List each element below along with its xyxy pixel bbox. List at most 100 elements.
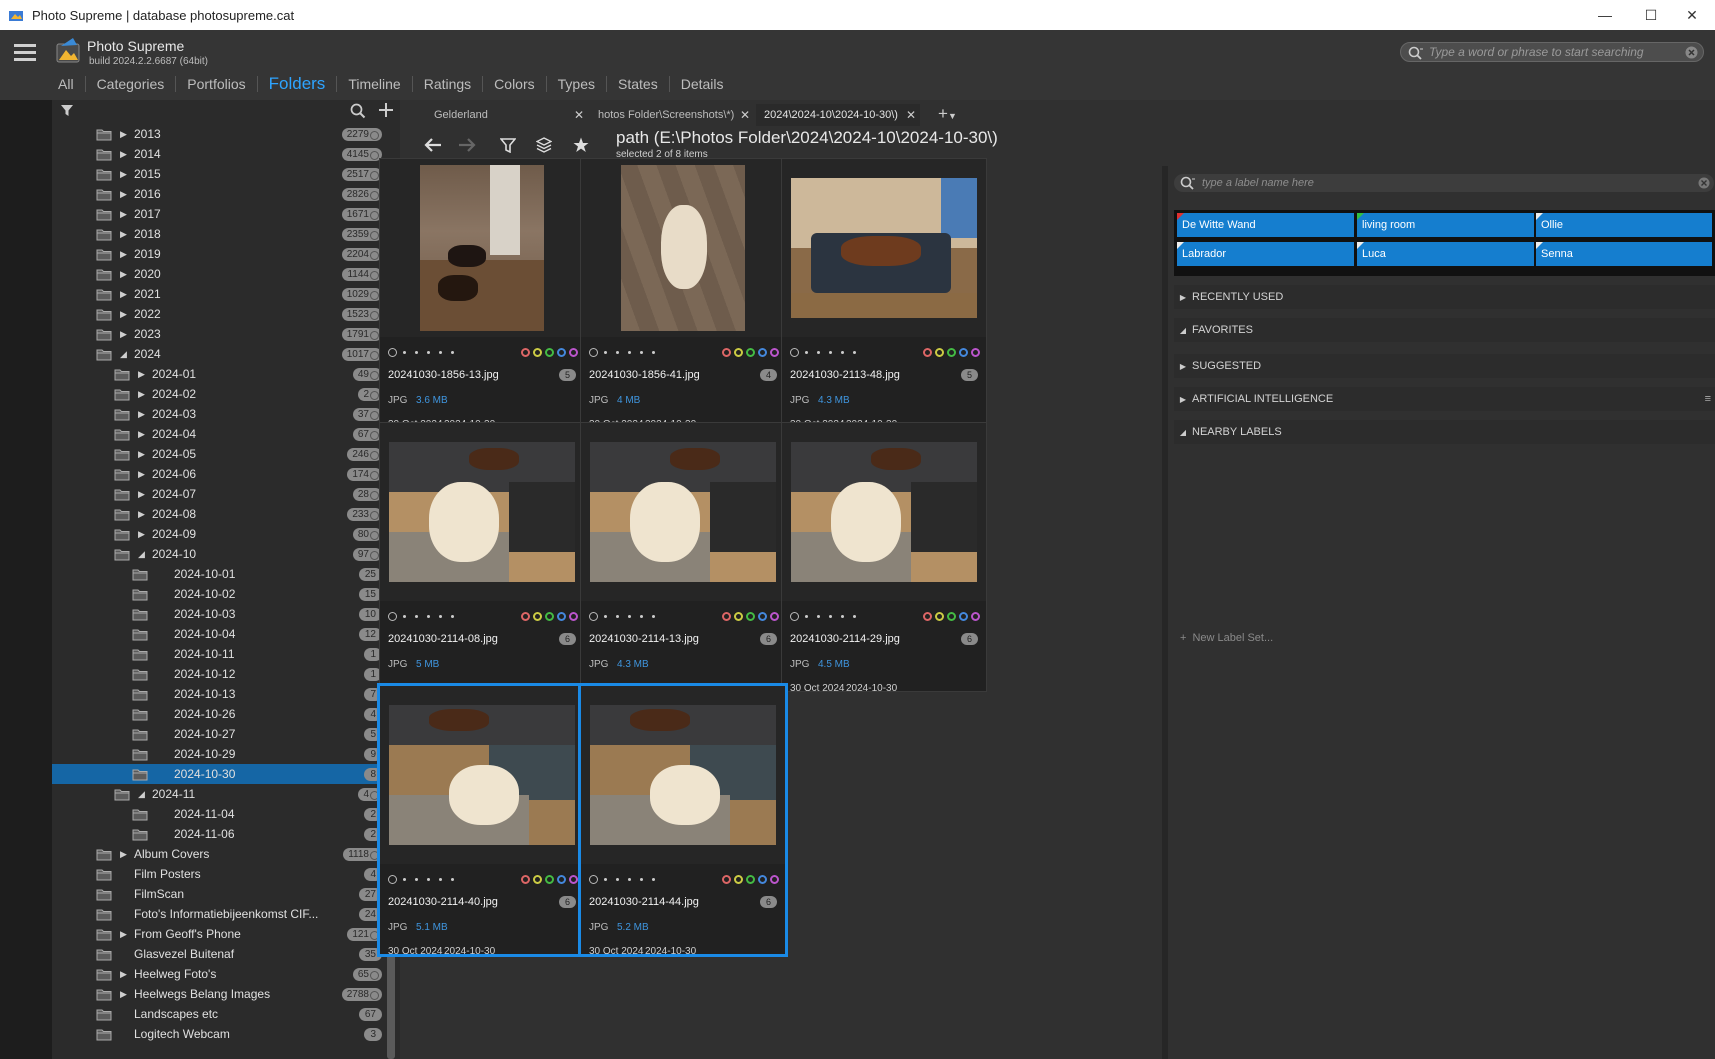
rating-dot-icon[interactable] bbox=[427, 614, 430, 618]
photo-thumbnail[interactable] bbox=[380, 423, 584, 601]
search-folders-icon[interactable] bbox=[350, 103, 366, 119]
maximize-button[interactable]: ☐ bbox=[1628, 0, 1674, 30]
tree-row[interactable]: ▶ 2024-02 2 bbox=[52, 384, 382, 404]
rating-dot-icon[interactable] bbox=[640, 350, 643, 354]
rating-dot-icon[interactable] bbox=[403, 350, 406, 354]
expand-arrow-icon[interactable]: ▶ bbox=[120, 329, 127, 340]
label-search-input[interactable]: type a label name here bbox=[1174, 174, 1714, 192]
rating-dot-icon[interactable] bbox=[640, 614, 643, 618]
star-icon[interactable] bbox=[570, 134, 592, 156]
rating-dot-icon[interactable] bbox=[616, 877, 619, 881]
tree-row[interactable]: ◢ 2024 1017 bbox=[52, 344, 382, 364]
expand-arrow-icon[interactable]: ▶ bbox=[138, 529, 145, 540]
expand-arrow-icon[interactable]: ▶ bbox=[120, 149, 127, 160]
color-label-icon[interactable] bbox=[521, 611, 530, 621]
label-luca[interactable]: Luca bbox=[1357, 242, 1534, 266]
label-labrador[interactable]: Labrador bbox=[1177, 242, 1354, 266]
tab-all[interactable]: All bbox=[58, 76, 86, 92]
expand-arrow-icon[interactable]: ▶ bbox=[120, 309, 127, 320]
clear-search-icon[interactable] bbox=[1685, 46, 1698, 59]
reject-flag-icon[interactable] bbox=[388, 347, 397, 357]
tree-row[interactable]: 2024-10-27 5 bbox=[52, 724, 382, 744]
tab-states[interactable]: States bbox=[607, 76, 670, 92]
filter-icon[interactable] bbox=[60, 104, 74, 117]
color-label-icon[interactable] bbox=[971, 347, 980, 357]
doctab-gelderland[interactable]: Gelderland ✕ bbox=[400, 104, 588, 126]
photo-thumbnail[interactable] bbox=[782, 159, 986, 337]
tree-row[interactable]: ▶ 2016 2826 bbox=[52, 184, 382, 204]
close-tab-icon[interactable]: ✕ bbox=[740, 108, 750, 122]
tree-row[interactable]: 2024-10-13 7 bbox=[52, 684, 382, 704]
thumbnail-card[interactable]: 20241030-2114-08.jpg6JPG5 MB30 Oct 20242… bbox=[379, 422, 585, 694]
rating-dot-icon[interactable] bbox=[652, 350, 655, 354]
color-label-icon[interactable] bbox=[722, 347, 731, 357]
color-label-icon[interactable] bbox=[959, 611, 968, 621]
photo-thumbnail[interactable] bbox=[380, 686, 584, 864]
photo-thumbnail[interactable] bbox=[581, 423, 785, 601]
color-label-icon[interactable] bbox=[734, 874, 743, 884]
rating-dot-icon[interactable] bbox=[439, 877, 442, 881]
color-label-icon[interactable] bbox=[959, 347, 968, 357]
tab-timeline[interactable]: Timeline bbox=[337, 76, 413, 92]
section-recently-used[interactable]: ▶ RECENTLY USED bbox=[1174, 285, 1715, 309]
color-label-icon[interactable] bbox=[746, 347, 755, 357]
clear-search-icon[interactable] bbox=[1698, 177, 1710, 189]
menu-lines-icon[interactable]: ≡ bbox=[1705, 393, 1711, 405]
tree-row[interactable]: ▶ 2024-05 246 bbox=[52, 444, 382, 464]
photo-thumbnail[interactable] bbox=[782, 423, 986, 601]
color-label-icon[interactable] bbox=[746, 874, 755, 884]
add-folder-icon[interactable] bbox=[378, 102, 394, 118]
photo-thumbnail[interactable] bbox=[380, 159, 584, 337]
tree-row[interactable]: 2024-10-02 15 bbox=[52, 584, 382, 604]
tab-folders[interactable]: Folders bbox=[258, 75, 338, 92]
tree-row[interactable]: 2024-10-12 1 bbox=[52, 664, 382, 684]
tree-row[interactable]: ▶ 2024-04 67 bbox=[52, 424, 382, 444]
color-label-icon[interactable] bbox=[734, 611, 743, 621]
tree-row[interactable]: ▶ Heelweg Foto's 65 bbox=[52, 964, 382, 984]
expand-arrow-icon[interactable]: ▶ bbox=[120, 209, 127, 220]
tree-row[interactable]: ▶ 2024-06 174 bbox=[52, 464, 382, 484]
reject-flag-icon[interactable] bbox=[388, 874, 397, 884]
tree-row[interactable]: 2024-10-30 8 bbox=[52, 764, 382, 784]
tree-row[interactable]: ▶ 2020 1144 bbox=[52, 264, 382, 284]
color-label-icon[interactable] bbox=[734, 347, 743, 357]
rating-dot-icon[interactable] bbox=[853, 614, 856, 618]
tree-row[interactable]: ▶ 2013 2279 bbox=[52, 124, 382, 144]
tree-row[interactable]: Landscapes etc 67 bbox=[52, 1004, 382, 1024]
rating-dot-icon[interactable] bbox=[415, 350, 418, 354]
expand-arrow-icon[interactable]: ▶ bbox=[120, 269, 127, 280]
expand-arrow-icon[interactable]: ▶ bbox=[138, 469, 145, 480]
color-label-icon[interactable] bbox=[770, 611, 779, 621]
thumbnail-card[interactable]: 20241030-2114-13.jpg6JPG4.3 MB30 Oct 202… bbox=[580, 422, 786, 694]
section-nearby-labels[interactable]: ◢ NEARBY LABELS bbox=[1174, 420, 1715, 444]
tree-row[interactable]: ▶ 2017 1671 bbox=[52, 204, 382, 224]
color-label-icon[interactable] bbox=[557, 611, 566, 621]
minimize-button[interactable]: — bbox=[1582, 0, 1628, 30]
color-label-icon[interactable] bbox=[770, 347, 779, 357]
expand-arrow-icon[interactable]: ▶ bbox=[138, 409, 145, 420]
section-favorites[interactable]: ◢ FAVORITES bbox=[1174, 318, 1715, 342]
expand-arrow-icon[interactable]: ▶ bbox=[138, 389, 145, 400]
expand-arrow-icon[interactable]: ▶ bbox=[138, 489, 145, 500]
tree-row[interactable]: Foto's Informatiebijeenkomst CIF... 24 bbox=[52, 904, 382, 924]
reject-flag-icon[interactable] bbox=[388, 611, 397, 621]
tree-row[interactable]: 2024-10-26 4 bbox=[52, 704, 382, 724]
color-label-icon[interactable] bbox=[722, 611, 731, 621]
tree-row[interactable]: ▶ 2024-03 37 bbox=[52, 404, 382, 424]
tree-row[interactable]: ▶ 2024-08 233 bbox=[52, 504, 382, 524]
color-label-icon[interactable] bbox=[758, 347, 767, 357]
label-ollie[interactable]: Ollie bbox=[1536, 213, 1712, 237]
color-label-icon[interactable] bbox=[569, 611, 578, 621]
reject-flag-icon[interactable] bbox=[790, 347, 799, 357]
expand-arrow-icon[interactable]: ▶ bbox=[120, 969, 127, 980]
close-tab-icon[interactable]: ✕ bbox=[574, 108, 584, 122]
rating-dot-icon[interactable] bbox=[616, 350, 619, 354]
rating-dot-icon[interactable] bbox=[805, 350, 808, 354]
expand-arrow-icon[interactable]: ▶ bbox=[120, 189, 127, 200]
color-label-icon[interactable] bbox=[971, 611, 980, 621]
tree-row[interactable]: ▶ 2022 1523 bbox=[52, 304, 382, 324]
thumbnail-card[interactable]: 20241030-2113-48.jpg5JPG4.3 MB30 Oct 202… bbox=[781, 158, 987, 430]
rating-dot-icon[interactable] bbox=[817, 350, 820, 354]
rating-dot-icon[interactable] bbox=[451, 614, 454, 618]
tree-row[interactable]: ▶ 2014 4145 bbox=[52, 144, 382, 164]
